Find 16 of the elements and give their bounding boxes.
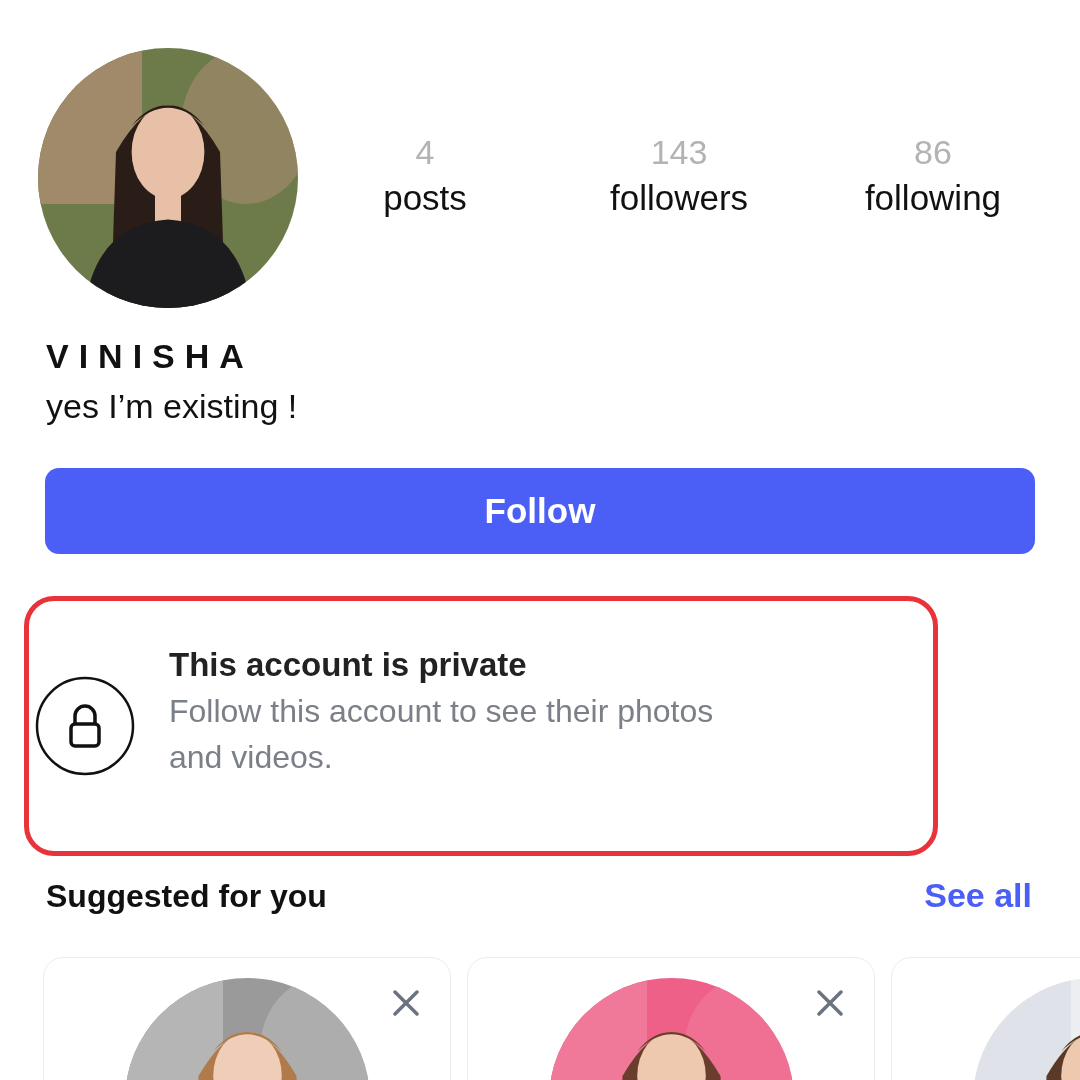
see-all-link[interactable]: See all [924, 870, 1032, 921]
close-icon[interactable] [817, 990, 843, 1016]
stat-count: 86 [914, 132, 952, 173]
stat-label[interactable]: posts [383, 175, 467, 221]
bio-text: yes I’m existing ! [46, 386, 298, 427]
stat-count: 4 [415, 132, 435, 173]
follow-button[interactable]: Follow [45, 468, 1035, 554]
private-title: This account is private [169, 645, 528, 685]
stat-count: 143 [650, 132, 708, 173]
close-icon[interactable] [393, 990, 419, 1016]
private-description: Follow this account to see their photos and videos. [169, 692, 715, 777]
profile-name: VINISHA [46, 336, 254, 376]
stat-label[interactable]: following [864, 175, 1002, 221]
lock-icon [35, 676, 135, 776]
stat-label[interactable]: followers [609, 175, 749, 221]
section-title: Suggested for you [46, 876, 327, 916]
